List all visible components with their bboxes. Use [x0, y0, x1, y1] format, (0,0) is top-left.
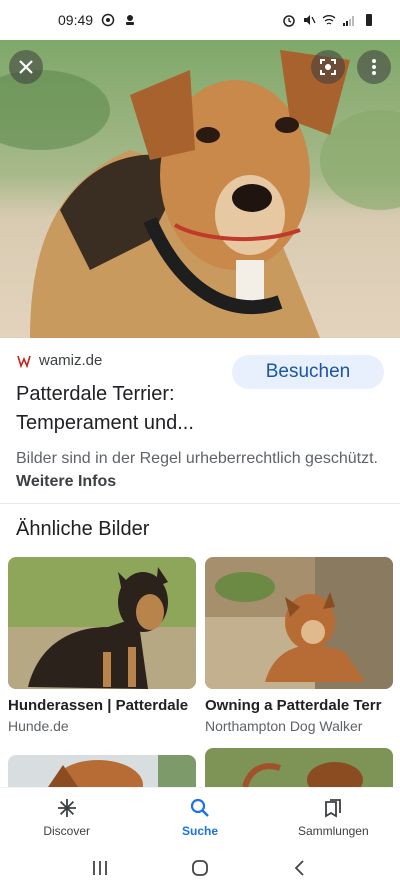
close-button[interactable] — [9, 50, 43, 84]
wamiz-favicon-icon — [17, 355, 31, 368]
nav-discover[interactable]: Discover — [0, 788, 133, 847]
recent-apps-icon[interactable] — [91, 859, 109, 877]
copyright-notice: Bilder sind in der Regel urheberrechtlic… — [16, 447, 386, 493]
close-icon — [19, 60, 33, 74]
lens-button[interactable] — [311, 50, 345, 84]
status-time: 09:49 — [58, 12, 94, 28]
dog-photo — [0, 40, 400, 338]
copyright-text: Bilder sind in der Regel urheberrechtlic… — [16, 450, 378, 467]
source-row[interactable]: wamiz.de — [17, 352, 102, 369]
more-info-link[interactable]: Weitere Infos — [16, 473, 116, 490]
mute-icon — [304, 15, 316, 25]
back-icon[interactable] — [291, 859, 309, 877]
more-vert-icon — [372, 59, 376, 75]
visit-button[interactable]: Besuchen — [232, 355, 384, 389]
similar-image-title: Owning a Patterdale Terr — [205, 697, 382, 714]
nav-collections[interactable]: Sammlungen — [267, 788, 400, 847]
hero-image[interactable] — [0, 40, 400, 338]
similar-image-card[interactable]: Hunderassen | Patterdale Hunde.de — [8, 557, 196, 734]
nav-search[interactable]: Suche — [133, 788, 266, 847]
lens-icon — [320, 59, 336, 75]
status-bar: 09:49 — [0, 0, 400, 40]
search-icon — [190, 798, 209, 817]
bottom-navigation: Discover Suche Sammlungen — [0, 787, 400, 847]
asterisk-icon — [57, 798, 76, 817]
nav-collections-label: Sammlungen — [297, 823, 369, 838]
more-options-button[interactable] — [357, 50, 391, 84]
similar-images-heading: Ähnliche Bilder — [16, 518, 150, 540]
signal-icon — [343, 16, 354, 26]
similar-image-source: Northampton Dog Walker — [205, 718, 363, 734]
divider — [0, 503, 400, 504]
source-domain: wamiz.de — [39, 352, 103, 369]
result-title[interactable]: Patterdale Terrier: Temperament und... — [16, 380, 236, 438]
system-navigation-bar — [0, 847, 400, 889]
sync-icon — [101, 13, 115, 27]
similar-image-title: Hunderassen | Patterdale — [8, 697, 189, 714]
wifi-icon — [322, 15, 336, 25]
notification-icon — [126, 15, 135, 25]
similar-image-thumbnail[interactable] — [205, 557, 393, 689]
collections-icon — [325, 798, 342, 818]
battery-icon — [366, 14, 372, 26]
nav-search-label: Suche — [181, 823, 218, 838]
similar-image-thumbnail[interactable] — [8, 557, 196, 689]
nav-discover-label: Discover — [43, 823, 90, 838]
similar-image-card[interactable]: Owning a Patterdale Terr Northampton Dog… — [205, 557, 393, 734]
home-icon[interactable] — [191, 859, 209, 877]
alarm-icon — [283, 15, 295, 27]
similar-image-source: Hunde.de — [8, 718, 69, 734]
